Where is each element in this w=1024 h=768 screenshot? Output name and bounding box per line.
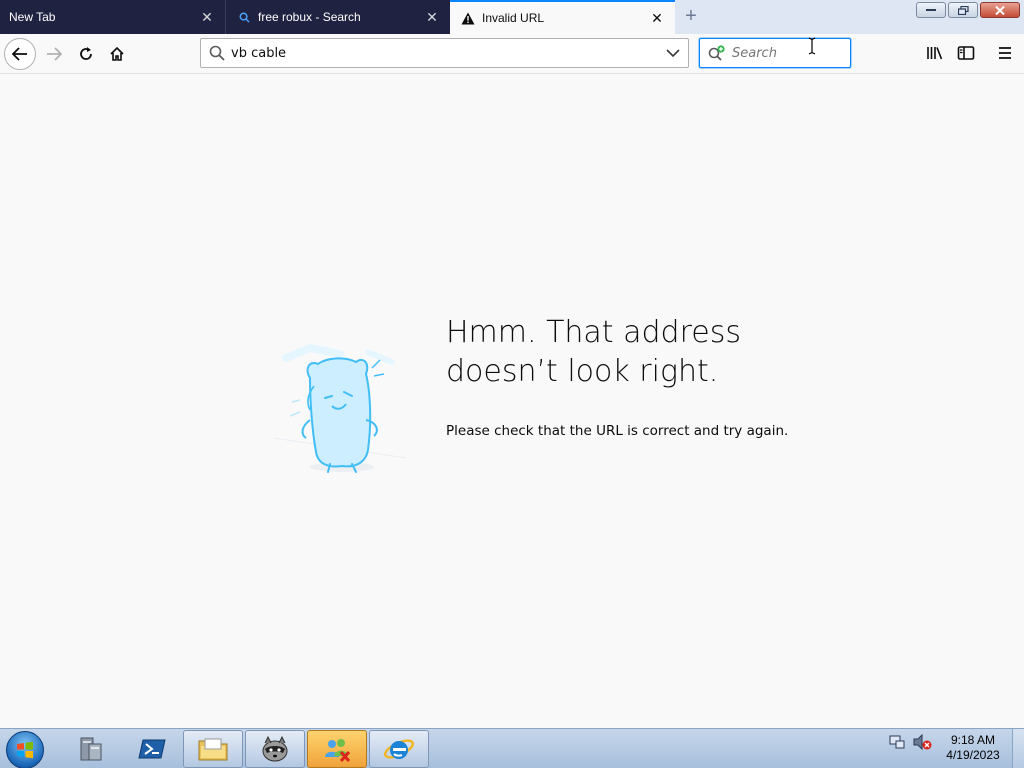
address-bar[interactable] xyxy=(200,38,689,68)
sidebar-icon xyxy=(957,46,975,60)
close-icon[interactable]: ✕ xyxy=(424,9,440,25)
raccoon-app-icon[interactable] xyxy=(245,730,305,768)
search-icon xyxy=(236,9,252,25)
minimize-button[interactable] xyxy=(916,2,946,18)
home-icon xyxy=(110,46,124,61)
restore-button[interactable] xyxy=(948,2,978,18)
confused-character-illustration xyxy=(270,340,410,480)
chevron-down-icon[interactable] xyxy=(666,48,680,58)
library-button[interactable] xyxy=(920,38,950,68)
clock-date: 4/19/2023 xyxy=(946,748,1000,762)
volume-muted-icon[interactable] xyxy=(912,733,932,751)
tab-free-robux-search[interactable]: free robux - Search ✕ xyxy=(225,0,450,34)
search-icon xyxy=(209,45,225,61)
search-bar[interactable] xyxy=(699,38,851,68)
menu-button[interactable] xyxy=(990,38,1020,68)
network-icon[interactable] xyxy=(888,733,906,751)
tab-label: New Tab xyxy=(9,10,56,24)
internet-explorer-icon[interactable] xyxy=(369,730,429,768)
window-close-button[interactable] xyxy=(980,2,1020,18)
tab-new-tab[interactable]: New Tab ✕ xyxy=(0,0,225,34)
back-button[interactable] xyxy=(4,38,36,70)
navigation-toolbar xyxy=(0,34,1024,74)
text-cursor-icon xyxy=(807,37,817,60)
hamburger-menu-icon xyxy=(999,47,1011,59)
error-title-line1: Hmm. That address xyxy=(446,315,741,350)
windows-logo-icon[interactable] xyxy=(6,731,44,768)
error-title-line2: doesn’t look right. xyxy=(446,354,719,389)
search-input[interactable] xyxy=(732,45,842,61)
forward-arrow-icon xyxy=(47,47,62,61)
reload-icon xyxy=(80,47,92,60)
tab-label: Invalid URL xyxy=(482,11,545,25)
system-tray xyxy=(888,733,932,751)
show-desktop-button[interactable] xyxy=(1012,729,1024,768)
error-page: Hmm. That address doesn’t look right. Pl… xyxy=(0,75,1024,728)
forward-button[interactable] xyxy=(38,38,70,70)
server-manager-icon[interactable] xyxy=(60,730,120,768)
library-icon xyxy=(927,47,943,60)
powershell-icon[interactable] xyxy=(122,730,182,768)
sidebar-button[interactable] xyxy=(951,38,981,68)
tab-invalid-url[interactable]: Invalid URL ✕ xyxy=(450,0,675,34)
taskbar: 9:18 AM 4/19/2023 xyxy=(0,728,1024,768)
window-controls xyxy=(916,2,1020,18)
close-icon[interactable]: ✕ xyxy=(649,10,665,26)
search-engine-add-icon[interactable] xyxy=(708,45,726,61)
users-app-icon[interactable] xyxy=(307,730,367,768)
new-tab-button[interactable]: + xyxy=(680,6,702,27)
system-clock[interactable]: 9:18 AM 4/19/2023 xyxy=(944,733,1002,763)
address-input[interactable] xyxy=(231,45,666,61)
back-arrow-icon xyxy=(12,47,27,61)
close-icon[interactable]: ✕ xyxy=(199,9,215,25)
file-explorer-icon[interactable] xyxy=(183,730,243,768)
home-button[interactable] xyxy=(101,38,133,70)
warning-icon xyxy=(460,10,476,26)
tab-strip: New Tab ✕ free robux - Search ✕ Invalid … xyxy=(0,0,1024,34)
error-description: Please check that the URL is correct and… xyxy=(446,423,789,439)
reload-button[interactable] xyxy=(70,38,102,70)
error-title: Hmm. That address doesn’t look right. xyxy=(446,313,806,391)
tab-label: free robux - Search xyxy=(258,10,361,24)
clock-time: 9:18 AM xyxy=(950,733,996,747)
